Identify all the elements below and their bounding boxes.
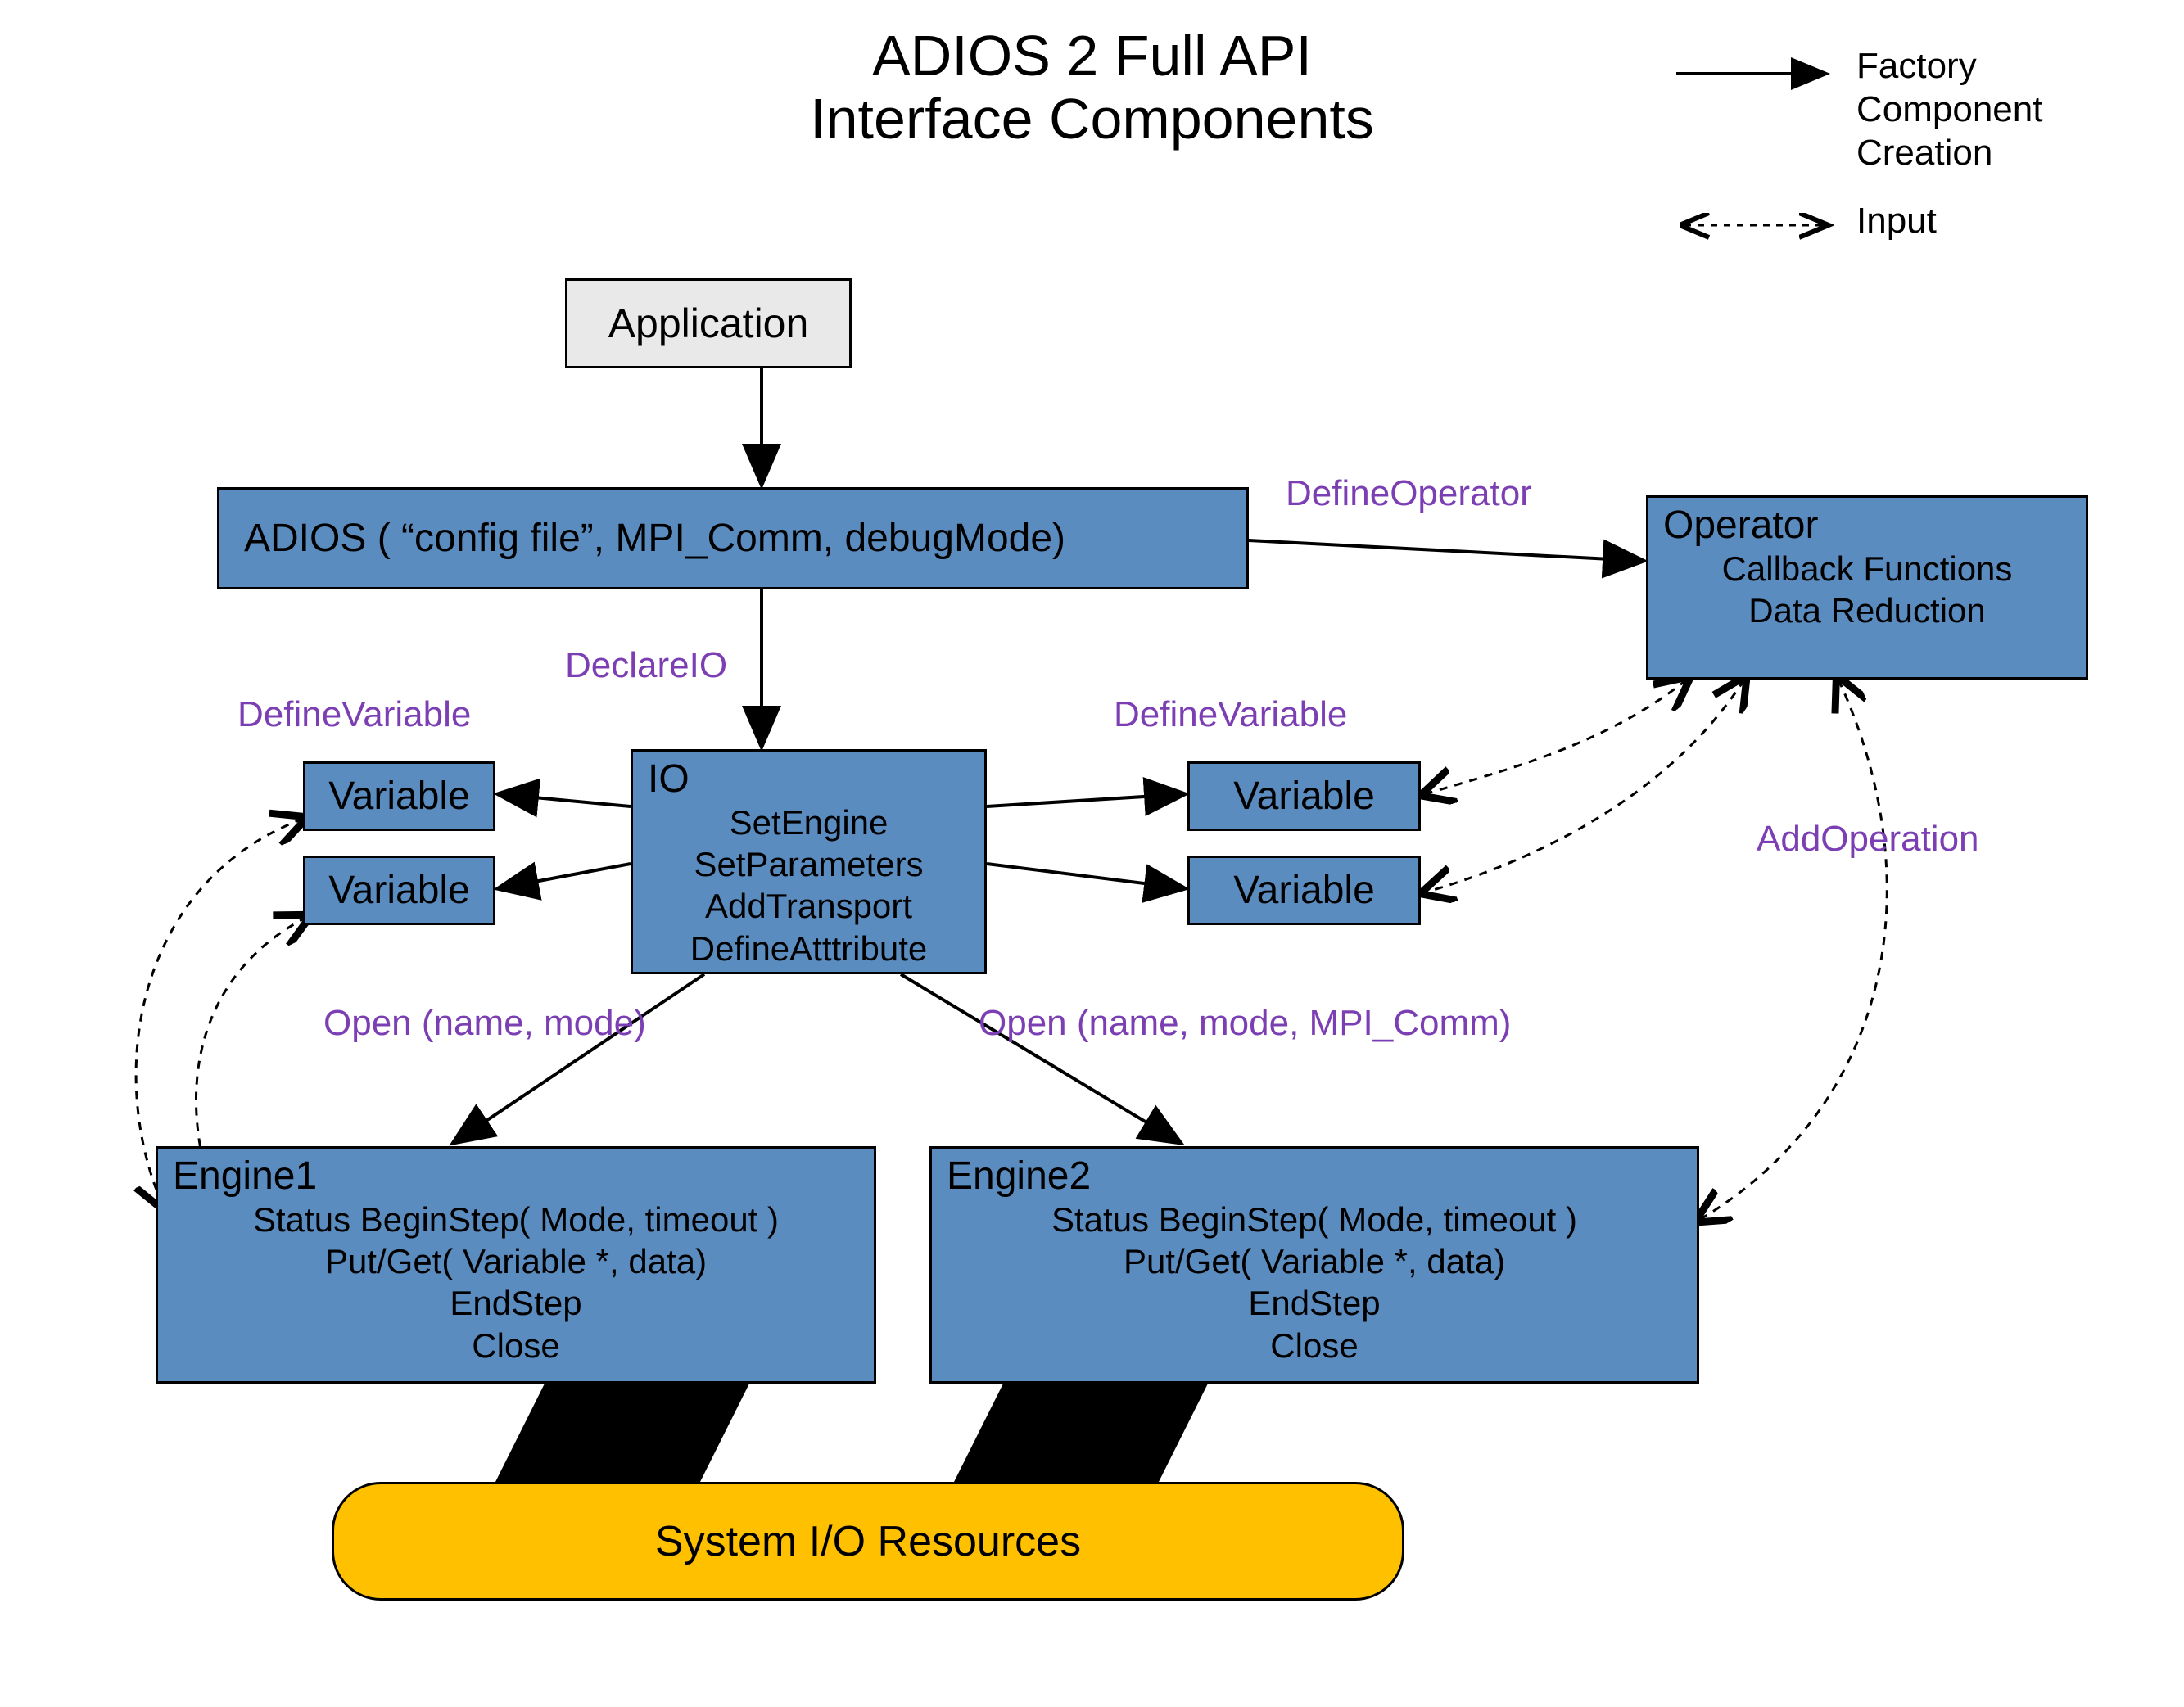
node-variable-label: Variable [328,868,470,913]
node-engine2-header: Engine2 [932,1149,1697,1199]
node-io-line-1: SetParameters [633,843,984,885]
node-variable-left-1: Variable [303,761,495,831]
edge-io-varR1 [987,794,1183,806]
node-io-line-3: DefineAtttribute [633,928,984,969]
node-engine1-line-0: Status BeginStep( Mode, timeout ) [158,1199,874,1240]
node-variable-left-2: Variable [303,856,495,925]
edge-label-define-variable-right: DefineVariable [1114,694,1347,735]
node-engine2-line-2: EndStep [932,1282,1697,1324]
edge-label-open-2: Open (name, mode, MPI_Comm) [979,1003,1511,1044]
node-adios-label: ADIOS ( “config file”, MPI_Comm, debugMo… [244,516,1065,561]
node-engine1-line-1: Put/Get( Variable *, data) [158,1240,874,1282]
node-io-header: IO [633,752,984,802]
node-application: Application [565,278,852,368]
node-variable-right-1: Variable [1187,761,1421,831]
edge-label-declare-io: DeclareIO [565,645,727,686]
node-io: IO SetEngine SetParameters AddTransport … [631,749,987,974]
node-operator-line-1: Data Reduction [1648,589,2086,631]
node-resources-label: System I/O Resources [655,1517,1081,1566]
node-engine1-line-3: Close [158,1325,874,1366]
node-variable-right-2: Variable [1187,856,1421,925]
edge-label-define-operator: DefineOperator [1286,473,1532,514]
edge-io-engine2 [901,974,1179,1142]
legend-input-label: Input [1856,201,1937,242]
edge-io-varR2 [987,864,1183,888]
node-engine1-header: Engine1 [158,1149,874,1199]
node-io-line-0: SetEngine [633,802,984,843]
legend-factory-label: Factory Component Creation [1856,45,2042,174]
node-engine2-line-3: Close [932,1325,1697,1366]
node-resources: System I/O Resources [332,1482,1404,1601]
node-engine1-line-2: EndStep [158,1282,874,1324]
edge-operator-varR1 [1425,680,1687,794]
edge-adios-operator [1249,540,1642,561]
edge-io-varL2 [500,864,631,888]
node-variable-label: Variable [1233,774,1375,819]
node-operator-header: Operator [1648,498,2086,548]
edge-label-add-operation: AddOperation [1757,819,1979,860]
node-engine2-line-0: Status BeginStep( Mode, timeout ) [932,1199,1697,1240]
node-io-line-2: AddTransport [633,885,984,927]
edge-io-engine1 [454,974,704,1142]
edge-io-varL1 [500,794,631,806]
node-application-label: Application [608,300,809,347]
edge-operator-engine2 [1699,680,1887,1220]
legend: Factory Component Creation Input [1668,45,2127,254]
edge-operator-varR2 [1425,680,1744,892]
edge-label-define-variable-left: DefineVariable [237,694,471,735]
node-variable-label: Variable [1233,868,1375,913]
node-operator-line-0: Callback Functions [1648,548,2086,589]
node-operator: Operator Callback Functions Data Reducti… [1646,495,2088,680]
node-adios: ADIOS ( “config file”, MPI_Comm, debugMo… [217,487,1249,589]
node-engine1: Engine1 Status BeginStep( Mode, timeout … [156,1146,876,1384]
node-engine2-line-1: Put/Get( Variable *, data) [932,1240,1697,1282]
node-variable-label: Variable [328,774,470,819]
edge-label-open-1: Open (name, mode) [323,1003,646,1044]
node-engine2: Engine2 Status BeginStep( Mode, timeout … [929,1146,1699,1384]
